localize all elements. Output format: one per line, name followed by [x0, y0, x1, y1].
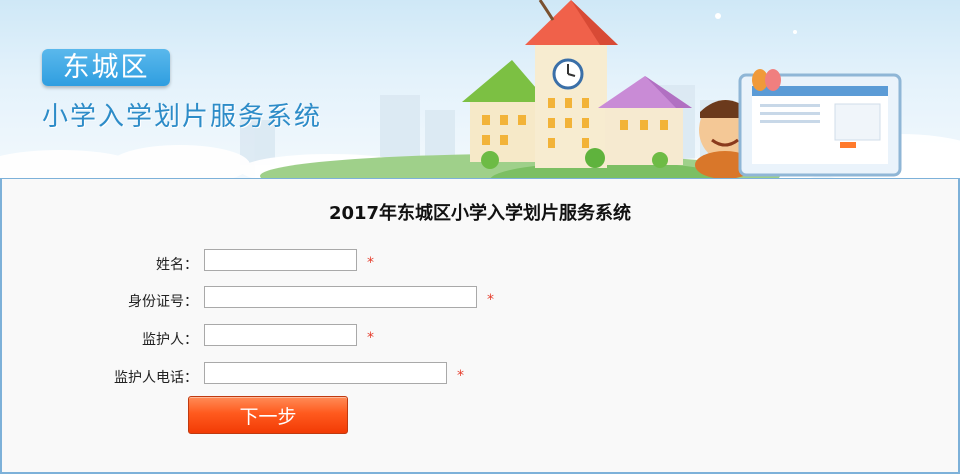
name-required-mark: * — [367, 255, 374, 271]
next-step-button[interactable]: 下一步 — [188, 396, 348, 434]
guardian-phone-required-mark: * — [457, 368, 464, 384]
id-number-required-mark: * — [487, 292, 494, 308]
clock-tower — [525, 0, 618, 168]
banner-illustration — [0, 0, 960, 178]
name-input[interactable] — [204, 249, 357, 271]
form-panel: 2017年东城区小学入学划片服务系统 姓名： * 身份证号： * 监护人： * … — [0, 178, 960, 474]
form-title: 2017年东城区小学入学划片服务系统 — [328, 203, 632, 224]
guardian-phone-label: 监护人电话： — [114, 370, 198, 386]
id-number-input[interactable] — [204, 286, 477, 308]
guardian-input[interactable] — [204, 324, 357, 346]
guardian-required-mark: * — [367, 330, 374, 346]
system-subtitle: 小学入学划片服务系统 — [42, 102, 323, 132]
header-banner: 东城区 小学入学划片服务系统 — [0, 0, 960, 178]
district-badge: 东城区 — [42, 49, 170, 86]
page: 东城区 小学入学划片服务系统 2017年东城区小学入学划片服务系统 姓名： * … — [0, 0, 960, 475]
guardian-label: 监护人： — [142, 332, 198, 348]
guardian-phone-input[interactable] — [204, 362, 447, 384]
name-label: 姓名： — [156, 257, 198, 273]
id-number-label: 身份证号： — [128, 294, 198, 310]
monitor-icon — [738, 73, 902, 177]
